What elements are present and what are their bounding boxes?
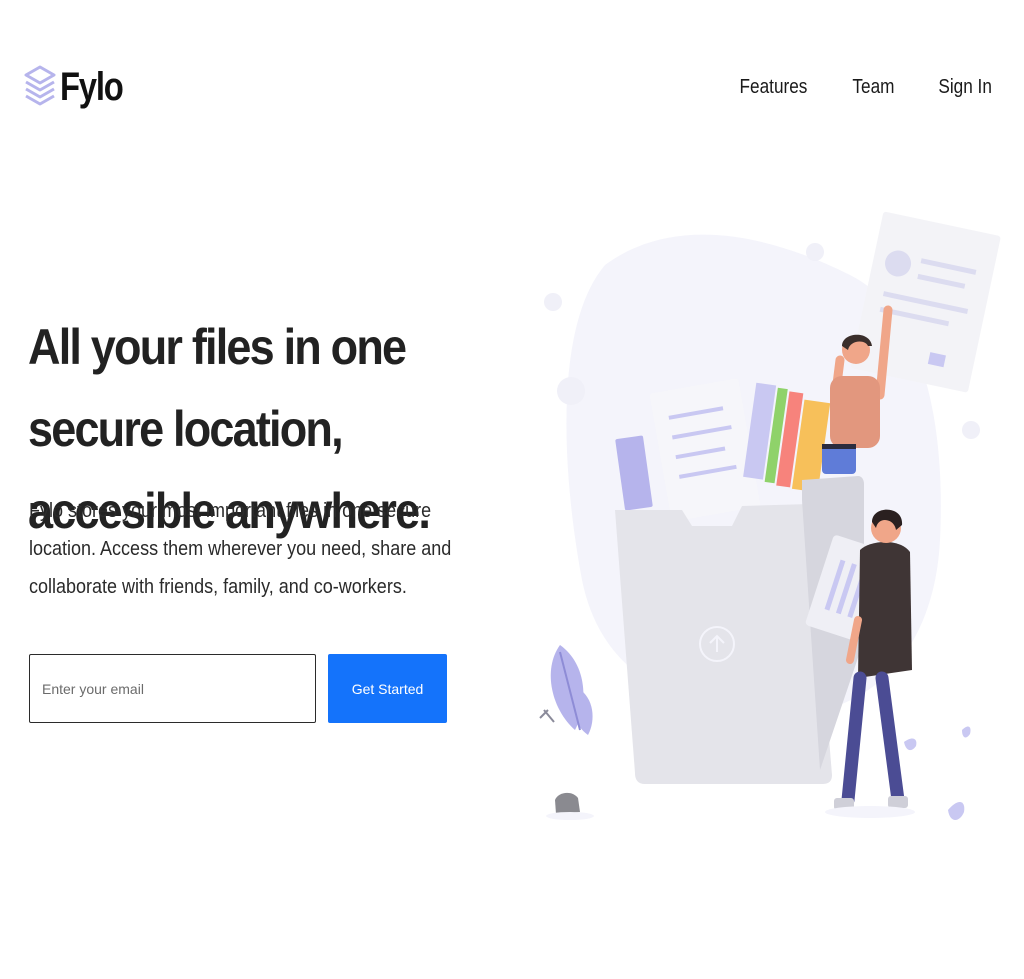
get-started-button[interactable]: Get Started: [328, 654, 447, 723]
hero-description: Fylo stores your most important files in…: [29, 500, 452, 598]
main-nav: Features Team Sign In: [734, 76, 996, 99]
logo-text: Fylo: [60, 65, 124, 109]
floating-document: [850, 211, 1001, 393]
email-signup-form: Get Started: [29, 654, 447, 723]
nav-link-team[interactable]: Team: [852, 76, 894, 99]
nav-link-sign-in[interactable]: Sign In: [938, 76, 992, 99]
site-header: Fylo Features Team Sign In: [0, 0, 1024, 180]
email-input[interactable]: [29, 654, 316, 723]
nav-link-features[interactable]: Features: [739, 76, 807, 99]
logo[interactable]: Fylo: [24, 64, 136, 110]
plant: [539, 645, 593, 735]
stone: [555, 792, 580, 814]
stacked-layers-icon: [24, 65, 56, 106]
people-sharing-files-illustration: [539, 211, 1001, 820]
